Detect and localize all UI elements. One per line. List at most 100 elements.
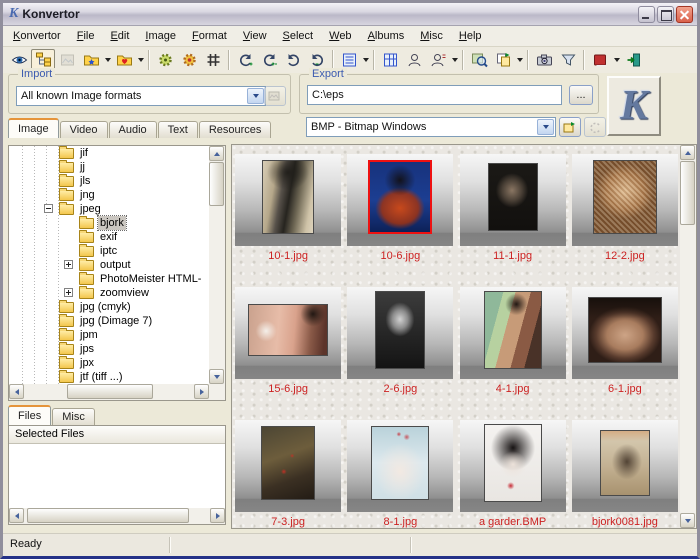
favorites-dropdown[interactable] — [103, 49, 112, 71]
list-view-dropdown[interactable] — [361, 49, 370, 71]
tree-item[interactable]: jng — [9, 187, 209, 202]
scroll-right-button[interactable] — [210, 508, 225, 523]
tree-item[interactable]: zoomview — [9, 285, 209, 300]
thumbnail-item[interactable]: 4-1.jpg — [459, 287, 566, 397]
convert-gear-button[interactable] — [153, 49, 177, 71]
scroll-left-button[interactable] — [9, 384, 24, 399]
menu-konvertor[interactable]: Konvertor — [5, 26, 69, 46]
collapse-icon[interactable] — [44, 204, 53, 213]
tree-item[interactable]: jpeg — [9, 201, 209, 216]
tree-item[interactable]: jpx — [9, 355, 209, 370]
tab-video[interactable]: Video — [59, 121, 108, 138]
image-pane-button[interactable] — [55, 49, 79, 71]
menu-format[interactable]: Format — [184, 26, 235, 46]
help-dropdown[interactable] — [612, 49, 621, 71]
scrollbar-thumb[interactable] — [27, 508, 189, 523]
scroll-down-button[interactable] — [680, 513, 695, 528]
tree-item[interactable]: output — [9, 257, 209, 272]
rotate-left-button[interactable] — [281, 49, 305, 71]
menu-misc[interactable]: Misc — [412, 26, 451, 46]
menu-web[interactable]: Web — [321, 26, 359, 46]
favorites-folder-button[interactable] — [79, 49, 103, 71]
convert-dropdown[interactable] — [515, 49, 524, 71]
scroll-up-button[interactable] — [209, 146, 224, 161]
menu-image[interactable]: Image — [137, 26, 184, 46]
scrollbar-thumb[interactable] — [67, 384, 153, 399]
tree-vertical-scrollbar[interactable] — [209, 146, 225, 384]
refresh-button[interactable] — [584, 117, 606, 137]
tab-resources[interactable]: Resources — [198, 121, 272, 138]
maximize-button[interactable] — [657, 5, 674, 23]
tree-item-selected[interactable]: bjork — [9, 215, 209, 231]
batch-grid-button[interactable] — [201, 49, 225, 71]
tree-horizontal-scrollbar[interactable] — [9, 384, 209, 400]
thumbnail-item-selected[interactable]: 10-6.jpg — [347, 154, 454, 264]
close-button[interactable] — [676, 5, 693, 23]
scrollbar-thumb[interactable] — [209, 162, 224, 206]
thumbnail-item[interactable]: 8-1.jpg — [347, 420, 454, 528]
help-book-button[interactable] — [588, 49, 612, 71]
grid-view-button[interactable] — [378, 49, 402, 71]
scrollbar-thumb[interactable] — [680, 161, 695, 225]
thumbnail-item[interactable]: 7-3.jpg — [235, 420, 342, 528]
scroll-right-button[interactable] — [194, 384, 209, 399]
thumbnail-item[interactable]: bjork0081.jpg — [571, 420, 678, 528]
convert-gear-color-button[interactable] — [177, 49, 201, 71]
thumbnail-item[interactable]: 15-6.jpg — [235, 287, 342, 397]
thumbnail-item[interactable]: 6-1.jpg — [571, 287, 678, 397]
chevron-down-icon[interactable] — [537, 119, 554, 135]
export-format-select[interactable]: BMP - Bitmap Windows — [306, 117, 556, 137]
profile-alt-button[interactable] — [426, 49, 450, 71]
menu-help[interactable]: Help — [451, 26, 490, 46]
thumbnail-item[interactable]: 12-2.jpg — [571, 154, 678, 264]
tree-item[interactable]: jj — [9, 159, 209, 174]
tab-files[interactable]: Files — [8, 405, 52, 425]
screen-capture-button[interactable] — [532, 49, 556, 71]
scroll-down-button[interactable] — [209, 369, 224, 384]
thumbnail-item[interactable]: 10-1.jpg — [235, 154, 342, 264]
tree-item[interactable]: PhotoMeister HTML- — [9, 271, 209, 286]
profile-dropdown[interactable] — [450, 49, 459, 71]
exit-button[interactable] — [621, 49, 645, 71]
menu-edit[interactable]: Edit — [102, 26, 137, 46]
export-path-input[interactable] — [307, 85, 562, 105]
thumbnail-item[interactable]: 2-6.jpg — [347, 287, 454, 397]
tree-item[interactable]: iptc — [9, 243, 209, 258]
filter-button[interactable] — [556, 49, 580, 71]
selected-files-list[interactable] — [9, 444, 225, 508]
scroll-left-button[interactable] — [9, 508, 24, 523]
recent-folder-button[interactable] — [112, 49, 136, 71]
tree-item[interactable]: jtf (tiff ...) — [9, 369, 209, 384]
expand-icon[interactable] — [64, 288, 73, 297]
chevron-down-icon[interactable] — [247, 88, 264, 104]
rotate-right-button[interactable] — [233, 49, 257, 71]
browse-preview-button[interactable] — [467, 49, 491, 71]
menu-view[interactable]: View — [235, 26, 275, 46]
profile-button[interactable] — [402, 49, 426, 71]
menu-file[interactable]: File — [69, 26, 103, 46]
tab-misc[interactable]: Misc — [52, 408, 95, 425]
minimize-button[interactable] — [638, 5, 655, 23]
thumbnail-item[interactable]: 11-1.jpg — [459, 154, 566, 264]
import-format-select[interactable]: All known Image formats — [16, 86, 266, 106]
thumbnail-item[interactable]: a garder.BMP — [459, 420, 566, 528]
menu-albums[interactable]: Albums — [360, 26, 413, 46]
tree-item[interactable]: jps — [9, 341, 209, 356]
format-settings-button[interactable] — [559, 117, 581, 137]
scroll-up-button[interactable] — [680, 145, 695, 160]
import-settings-button[interactable] — [264, 86, 286, 106]
files-horizontal-scrollbar[interactable] — [9, 508, 225, 524]
tab-text[interactable]: Text — [157, 121, 198, 138]
tree-item[interactable]: jpg (Dimage 7) — [9, 313, 209, 328]
expand-icon[interactable] — [64, 260, 73, 269]
tree-item[interactable]: jpm — [9, 327, 209, 342]
tab-audio[interactable]: Audio — [108, 121, 157, 138]
browse-button[interactable]: ... — [569, 85, 593, 105]
convert-files-button[interactable] — [491, 49, 515, 71]
rotate-right-all-button[interactable] — [257, 49, 281, 71]
tree-item[interactable]: jls — [9, 173, 209, 188]
tab-image[interactable]: Image — [8, 118, 59, 138]
tree-item[interactable]: exif — [9, 229, 209, 244]
tree-item[interactable]: jpg (cmyk) — [9, 299, 209, 314]
menu-select[interactable]: Select — [275, 26, 322, 46]
